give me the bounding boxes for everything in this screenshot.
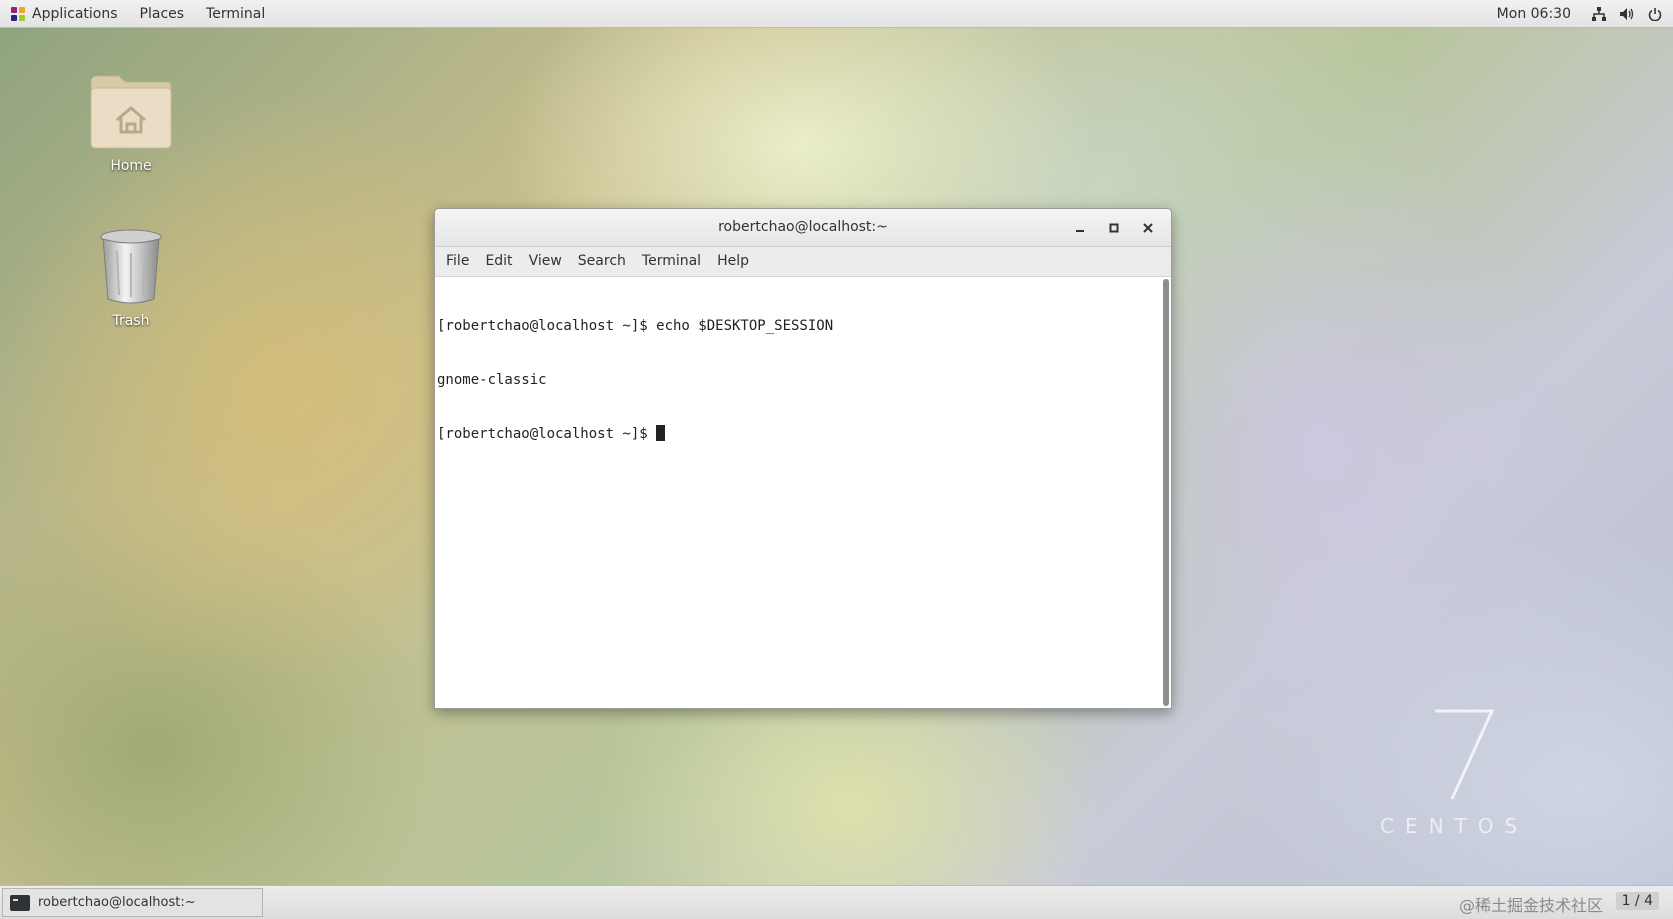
trash-icon xyxy=(99,227,163,307)
terminal-menubar: File Edit View Search Terminal Help xyxy=(435,247,1171,277)
home-folder-icon xyxy=(89,72,173,152)
taskbar-window-button[interactable]: robertchao@localhost:~ xyxy=(2,888,263,917)
centos-seven-logo xyxy=(1435,709,1495,800)
menu-view[interactable]: View xyxy=(521,247,570,276)
menu-edit[interactable]: Edit xyxy=(477,247,520,276)
desktop-icon-home[interactable]: Home xyxy=(76,72,186,174)
vertical-scrollbar[interactable] xyxy=(1163,279,1169,706)
volume-icon[interactable] xyxy=(1619,6,1635,22)
power-icon[interactable] xyxy=(1647,6,1663,22)
desktop-icon-label: Trash xyxy=(112,313,150,329)
workspace-indicator[interactable]: 1 / 4 xyxy=(1615,892,1659,910)
terminal-prompt: [robertchao@localhost ~]$ xyxy=(437,426,657,442)
text-cursor xyxy=(656,425,666,441)
minimize-button[interactable] xyxy=(1063,209,1097,246)
taskbar-window-label: robertchao@localhost:~ xyxy=(38,895,196,910)
desktop-icon-trash[interactable]: Trash xyxy=(76,227,186,329)
menu-help[interactable]: Help xyxy=(709,247,757,276)
terminal-icon xyxy=(10,894,30,911)
terminal-window[interactable]: robertchao@localhost:~ File Edit View Se… xyxy=(434,208,1172,709)
menu-search[interactable]: Search xyxy=(570,247,634,276)
close-icon xyxy=(1143,222,1153,233)
menu-terminal[interactable]: Terminal xyxy=(634,247,709,276)
gnome-foot-icon xyxy=(11,6,25,21)
scrollbar-thumb[interactable] xyxy=(1163,279,1169,706)
network-icon[interactable] xyxy=(1591,6,1607,22)
maximize-button[interactable] xyxy=(1097,209,1131,246)
menu-file[interactable]: File xyxy=(438,247,477,276)
top-panel: Applications Places Terminal Mon 06:30 xyxy=(0,0,1673,28)
watermark: @稀土掘金技术社区 xyxy=(1458,896,1603,915)
terminal-line: gnome-classic xyxy=(437,372,547,388)
maximize-icon xyxy=(1109,223,1119,232)
window-title: robertchao@localhost:~ xyxy=(718,219,888,235)
close-button[interactable] xyxy=(1131,209,1165,246)
applications-label: Applications xyxy=(32,5,118,22)
desktop-icon-label: Home xyxy=(110,158,152,174)
applications-menu[interactable]: Applications xyxy=(0,0,129,27)
terminal-output[interactable]: [robertchao@localhost ~]$ echo $DESKTOP_… xyxy=(435,277,1171,708)
terminal-line: [robertchao@localhost ~]$ echo $DESKTOP_… xyxy=(437,318,834,334)
terminal-app-menu[interactable]: Terminal xyxy=(195,0,276,27)
bottom-panel: robertchao@localhost:~ @稀土掘金技术社区 1 / 4 xyxy=(0,885,1673,919)
window-titlebar[interactable]: robertchao@localhost:~ xyxy=(435,209,1171,247)
minimize-icon xyxy=(1076,229,1084,232)
centos-branding-text: CENTOS xyxy=(1380,814,1529,838)
places-menu[interactable]: Places xyxy=(129,0,196,27)
clock[interactable]: Mon 06:30 xyxy=(1483,6,1585,22)
